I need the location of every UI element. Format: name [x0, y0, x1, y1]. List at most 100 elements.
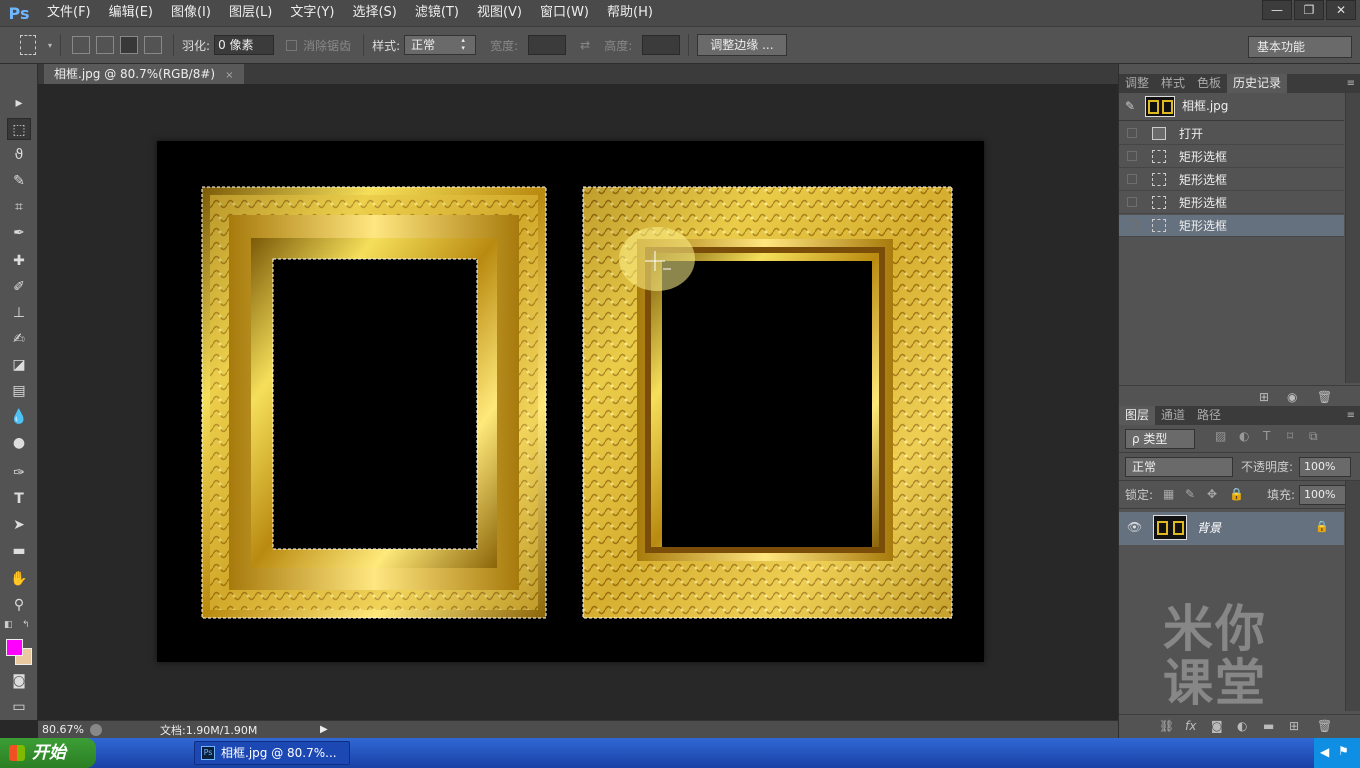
lock-position-icon[interactable]: ✥	[1207, 487, 1217, 501]
tab-channels[interactable]: 通道	[1155, 406, 1191, 425]
history-source-checkbox[interactable]	[1127, 151, 1137, 161]
restore-button[interactable]: ❐	[1294, 0, 1324, 20]
preset-dropdown-icon[interactable]: ▾	[48, 41, 52, 50]
tab-history[interactable]: 历史记录	[1227, 74, 1288, 93]
path-selection-tool-icon[interactable]: ➤	[7, 514, 31, 536]
screen-mode-icon[interactable]: ▭	[7, 696, 31, 718]
type-tool-icon[interactable]: T	[7, 488, 31, 510]
menu-filter[interactable]: 滤镜(T)	[406, 0, 468, 26]
history-brush-source-icon[interactable]: ✎	[1125, 99, 1135, 113]
minimize-button[interactable]: —	[1262, 0, 1292, 20]
history-source-checkbox[interactable]	[1127, 128, 1137, 138]
layers-scrollbar[interactable]	[1345, 481, 1360, 711]
tab-swatches[interactable]: 色板	[1191, 74, 1227, 93]
status-menu-arrow-icon[interactable]: ▶	[320, 724, 328, 735]
menu-view[interactable]: 视图(V)	[468, 0, 531, 26]
hand-tool-icon[interactable]: ✋	[7, 568, 31, 590]
delete-layer-icon[interactable]: 🗑	[1317, 719, 1332, 733]
document-tab[interactable]: 相框.jpg @ 80.7%(RGB/8#) ×	[44, 64, 244, 84]
new-document-from-state-icon[interactable]: ⊞	[1259, 390, 1269, 404]
link-layers-icon[interactable]: ⛓	[1159, 719, 1174, 733]
menu-help[interactable]: 帮助(H)	[598, 0, 662, 26]
filter-type-icon[interactable]: T	[1263, 429, 1270, 443]
tab-adjustments[interactable]: 调整	[1119, 74, 1155, 93]
blur-tool-icon[interactable]: 💧	[7, 406, 31, 428]
zoom-level[interactable]: 80.67%	[38, 723, 90, 736]
history-item-marquee[interactable]: 矩形选框	[1119, 192, 1344, 214]
tray-expand-icon[interactable]: ◀	[1320, 745, 1329, 759]
layer-style-fx-icon[interactable]: fx	[1185, 719, 1196, 733]
pen-tool-icon[interactable]: ✑	[7, 462, 31, 484]
tab-paths[interactable]: 路径	[1191, 406, 1227, 425]
feather-input[interactable]: 0 像素	[214, 35, 275, 55]
new-snapshot-icon[interactable]: ◉	[1287, 390, 1297, 404]
start-button[interactable]: 开始	[0, 738, 96, 768]
history-brush-tool-icon[interactable]: ✍	[7, 328, 31, 350]
tab-layers[interactable]: 图层	[1119, 406, 1156, 425]
menu-select[interactable]: 选择(S)	[343, 0, 405, 26]
rectangle-tool-icon[interactable]: ▬	[7, 540, 31, 562]
healing-brush-tool-icon[interactable]: ✚	[7, 250, 31, 272]
menu-file[interactable]: 文件(F)	[38, 0, 100, 26]
history-source-checkbox[interactable]	[1127, 197, 1137, 207]
menu-edit[interactable]: 编辑(E)	[100, 0, 162, 26]
layer-kind-filter[interactable]: ρ 类型	[1125, 429, 1195, 449]
marquee-preset-icon[interactable]	[20, 35, 36, 55]
filter-shape-icon[interactable]: ⌑	[1287, 429, 1293, 443]
history-item-marquee[interactable]: 矩形选框	[1119, 146, 1344, 168]
filter-adjustment-icon[interactable]: ◐	[1239, 429, 1249, 443]
add-mask-icon[interactable]: ◙	[1211, 719, 1223, 733]
menu-layer[interactable]: 图层(L)	[220, 0, 281, 26]
panel-menu-icon[interactable]: ≡	[1347, 406, 1355, 425]
menu-window[interactable]: 窗口(W)	[531, 0, 598, 26]
dodge-tool-icon[interactable]: ●	[7, 432, 31, 454]
eraser-tool-icon[interactable]: ◪	[7, 354, 31, 376]
lasso-tool-icon[interactable]: ϑ	[7, 144, 31, 166]
layer-row-background[interactable]: 👁 背景 🔒	[1119, 512, 1344, 545]
add-to-selection-icon[interactable]	[96, 36, 115, 54]
lock-transparent-icon[interactable]: ▦	[1163, 487, 1174, 501]
quick-selection-tool-icon[interactable]: ✎	[7, 170, 31, 192]
blend-mode-select[interactable]: 正常	[1125, 457, 1233, 477]
style-select[interactable]: 正常	[404, 35, 477, 55]
intersect-selection-icon[interactable]	[144, 36, 163, 54]
zoom-tool-icon[interactable]: ⚲	[7, 594, 31, 616]
filter-pixel-icon[interactable]: ▨	[1215, 429, 1226, 443]
refine-edge-button[interactable]: 调整边缘 ...	[697, 34, 787, 56]
menu-type[interactable]: 文字(Y)	[281, 0, 343, 26]
menu-image[interactable]: 图像(I)	[162, 0, 220, 26]
history-scrollbar[interactable]	[1345, 93, 1360, 383]
history-item-marquee[interactable]: 矩形选框	[1119, 169, 1344, 191]
tab-styles[interactable]: 样式	[1155, 74, 1191, 93]
taskbar-photoshop-item[interactable]: Ps 相框.jpg @ 80.7%...	[194, 741, 350, 765]
antialias-checkbox[interactable]	[286, 39, 298, 51]
gradient-tool-icon[interactable]: ▤	[7, 380, 31, 402]
quick-mask-icon[interactable]: ◙	[7, 670, 31, 692]
close-button[interactable]: ✕	[1326, 0, 1356, 20]
filter-smart-object-icon[interactable]: ⧉	[1309, 429, 1318, 444]
new-group-icon[interactable]: ▬	[1263, 719, 1274, 733]
eyedropper-tool-icon[interactable]: ✒	[7, 222, 31, 244]
swap-colors-icon[interactable]: ↰	[22, 620, 30, 630]
foreground-color-swatch[interactable]	[6, 639, 23, 656]
opacity-input[interactable]: 100%	[1299, 457, 1351, 477]
brush-tool-icon[interactable]: ✐	[7, 276, 31, 298]
status-info-icon[interactable]	[90, 723, 102, 736]
lock-image-icon[interactable]: ✎	[1185, 487, 1195, 501]
default-colors-icon[interactable]: ◧	[4, 620, 13, 630]
canvas-area[interactable]	[38, 84, 1118, 720]
history-snapshot[interactable]: ✎ 相框.jpg	[1119, 93, 1344, 121]
tray-network-icon[interactable]: ⚑	[1338, 744, 1349, 758]
swap-dimensions-icon[interactable]: ⇄	[580, 38, 590, 52]
adjustment-layer-icon[interactable]: ◐	[1237, 719, 1247, 733]
history-source-checkbox[interactable]	[1127, 220, 1137, 230]
fill-input[interactable]: 100%	[1299, 485, 1351, 505]
move-tool-icon[interactable]: ▸	[7, 92, 31, 114]
new-layer-icon[interactable]: ⊞	[1289, 719, 1299, 733]
height-input[interactable]	[642, 35, 681, 55]
rectangular-marquee-tool-icon[interactable]: ⬚	[7, 118, 31, 140]
close-tab-icon[interactable]: ×	[225, 70, 233, 81]
lock-all-icon[interactable]: 🔒	[1229, 487, 1244, 501]
history-source-checkbox[interactable]	[1127, 174, 1137, 184]
clone-stamp-tool-icon[interactable]: ⊥	[7, 302, 31, 324]
